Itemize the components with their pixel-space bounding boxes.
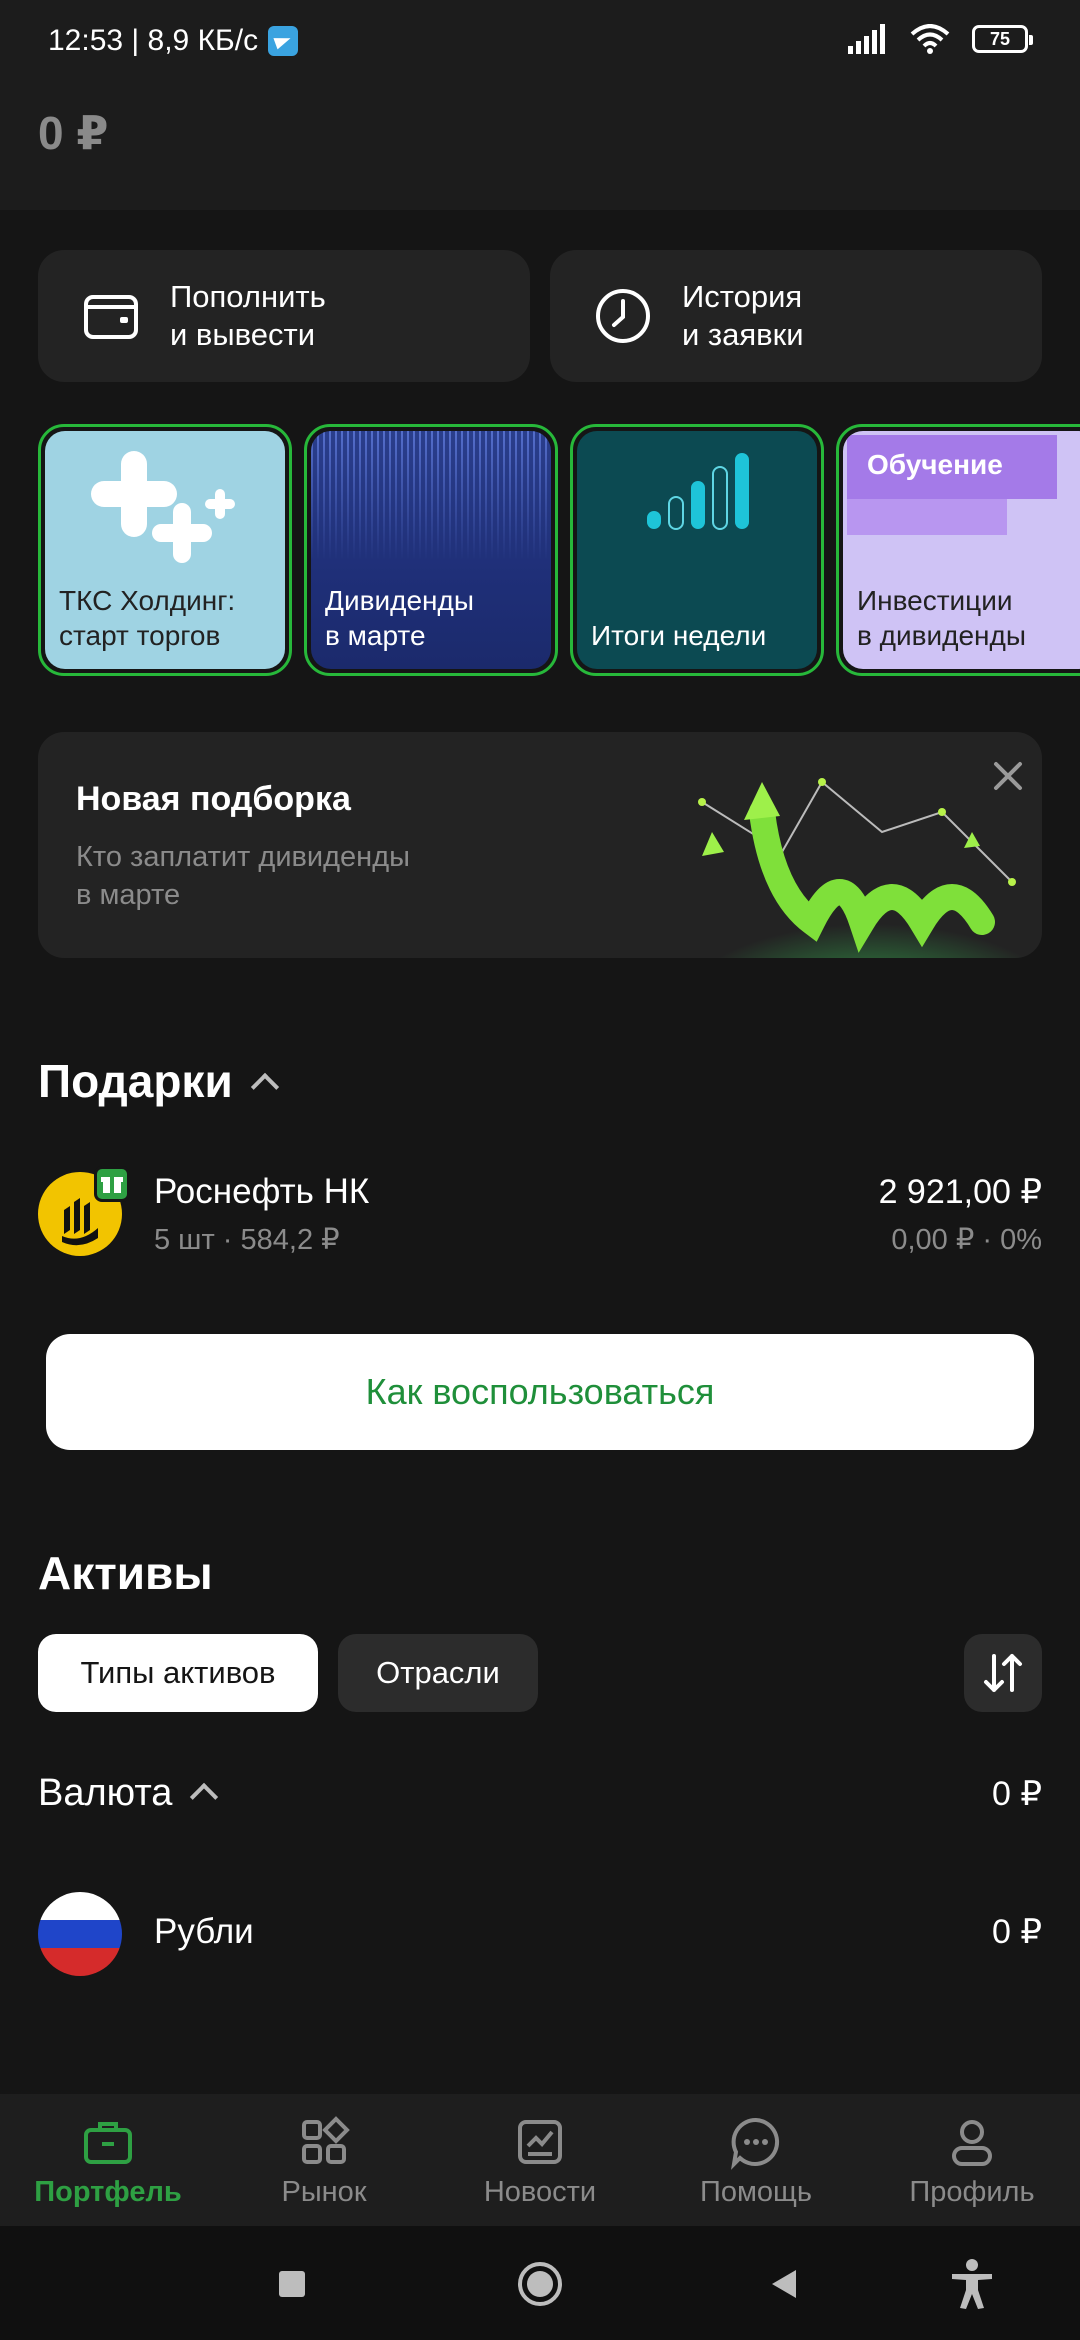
asset-name: Рубли <box>154 1912 254 1951</box>
currency-title: Валюта <box>38 1772 173 1814</box>
growth-chart-illustration <box>698 778 1032 958</box>
nav-label: Помощь <box>699 2176 812 2208</box>
story-week-results[interactable]: Итоги недели <box>570 424 824 676</box>
story-label: Инвестиции в дивиденды <box>857 585 1026 651</box>
system-navigation-bar <box>0 2226 1080 2340</box>
wallet-icon <box>84 295 138 339</box>
history-orders-label: История и заявки <box>682 279 804 352</box>
recents-button[interactable] <box>264 2256 320 2312</box>
promo-subtitle: Кто заплатит дивиденды в марте <box>76 841 410 911</box>
gift-item-rosneft[interactable]: Роснефть НК 5 шт · 584,2 ₽ 2 921,00 ₽ 0,… <box>38 1166 1042 1260</box>
person-icon <box>952 2120 992 2166</box>
story-dividends-march[interactable]: Дивиденды в марте <box>304 424 558 676</box>
bars-icon <box>647 453 749 530</box>
gifts-title: Подарки <box>38 1055 233 1107</box>
back-button[interactable] <box>756 2256 812 2312</box>
asset-row-rubles[interactable]: Рубли 0 ₽ <box>38 1892 1042 1976</box>
nav-label: Новости <box>483 2176 597 2208</box>
currency-total: 0 ₽ <box>992 1775 1042 1813</box>
deposit-withdraw-label: Пополнить и вывести <box>170 279 326 352</box>
gift-icon <box>94 1166 130 1202</box>
how-to-use-button[interactable]: Как воспользоваться <box>46 1334 1034 1450</box>
status-right: 75 <box>848 24 1033 54</box>
gifts-section-header[interactable]: Подарки <box>38 1054 279 1108</box>
sort-button[interactable] <box>964 1634 1042 1712</box>
battery-icon: 75 <box>972 25 1033 53</box>
signal-icon <box>848 24 885 54</box>
chat-bubble-icon <box>731 2117 780 2170</box>
story-label: ТКС Холдинг: старт торгов <box>59 585 236 651</box>
currency-section-header[interactable]: Валюта <box>38 1772 219 1815</box>
clock-icon <box>596 289 650 343</box>
assets-title: Активы <box>38 1547 213 1599</box>
nav-profile[interactable]: Профиль <box>864 2094 1080 2226</box>
promo-banner[interactable]: Новая подборка Кто заплатит дивиденды в … <box>38 732 1042 958</box>
chip-industries[interactable]: Отрасли <box>338 1634 538 1712</box>
back-triangle-icon <box>772 2270 796 2298</box>
story-label: Дивиденды в марте <box>325 585 474 651</box>
chevron-up-icon <box>190 1782 219 1812</box>
briefcase-icon <box>84 2122 132 2164</box>
nav-label: Портфель <box>34 2176 182 2208</box>
history-orders-button[interactable]: История и заявки <box>550 250 1042 382</box>
wifi-icon <box>910 24 950 54</box>
chevron-up-icon <box>250 1072 279 1101</box>
gift-asset-price: 2 921,00 ₽ <box>878 1173 1042 1211</box>
story-label: Итоги недели <box>591 620 767 651</box>
telegram-icon <box>268 26 299 56</box>
story-pattern <box>311 431 551 561</box>
deposit-withdraw-button[interactable]: Пополнить и вывести <box>38 250 530 382</box>
portfolio-balance: 0 ₽ <box>38 107 109 159</box>
bottom-navigation: Портфель Рынок Новости Помощь Профиль <box>0 2094 1080 2226</box>
gift-asset-change: 0,00 ₽ · 0% <box>891 1224 1042 1256</box>
nav-market[interactable]: Рынок <box>216 2094 432 2226</box>
square-icon <box>279 2271 305 2297</box>
education-tag: Обучение <box>847 435 1057 499</box>
story-tks-holding[interactable]: ТКС Холдинг: старт торгов <box>38 424 292 676</box>
nav-help[interactable]: Помощь <box>648 2094 864 2226</box>
nav-label: Рынок <box>281 2176 367 2208</box>
accessibility-icon <box>952 2259 992 2309</box>
gift-asset-details: 5 шт · 584,2 ₽ <box>154 1224 340 1256</box>
chip-asset-types[interactable]: Типы активов <box>38 1634 318 1712</box>
close-icon[interactable] <box>988 756 1028 796</box>
gift-asset-name: Роснефть НК <box>154 1172 370 1211</box>
portfolio-header: 0 ₽ <box>0 84 1080 210</box>
battery-level: 75 <box>989 28 1011 49</box>
nav-label: Профиль <box>909 2176 1035 2208</box>
story-education-dividends[interactable]: Обучение Инвестиции в дивиденды <box>836 424 1080 676</box>
accessibility-button[interactable] <box>944 2256 1000 2312</box>
russia-flag-icon <box>38 1892 122 1976</box>
nav-news[interactable]: Новости <box>432 2094 648 2226</box>
education-tag-decor <box>847 499 1007 535</box>
status-bar: 12:53 | 8,9 КБ/с 75 <box>0 0 1080 84</box>
market-grid-icon <box>302 2116 350 2164</box>
nav-portfolio[interactable]: Портфель <box>0 2094 216 2226</box>
news-chart-icon <box>518 2120 562 2164</box>
status-left: 12:53 | 8,9 КБ/с <box>48 24 299 58</box>
sort-arrows-icon <box>984 1654 1022 1692</box>
home-circle-icon <box>518 2262 562 2306</box>
promo-title: Новая подборка <box>76 780 351 818</box>
asset-value: 0 ₽ <box>992 1913 1042 1951</box>
plus-shapes-icon <box>91 451 235 563</box>
home-button[interactable] <box>512 2256 568 2312</box>
status-time-speed: 12:53 | 8,9 КБ/с <box>48 24 259 57</box>
